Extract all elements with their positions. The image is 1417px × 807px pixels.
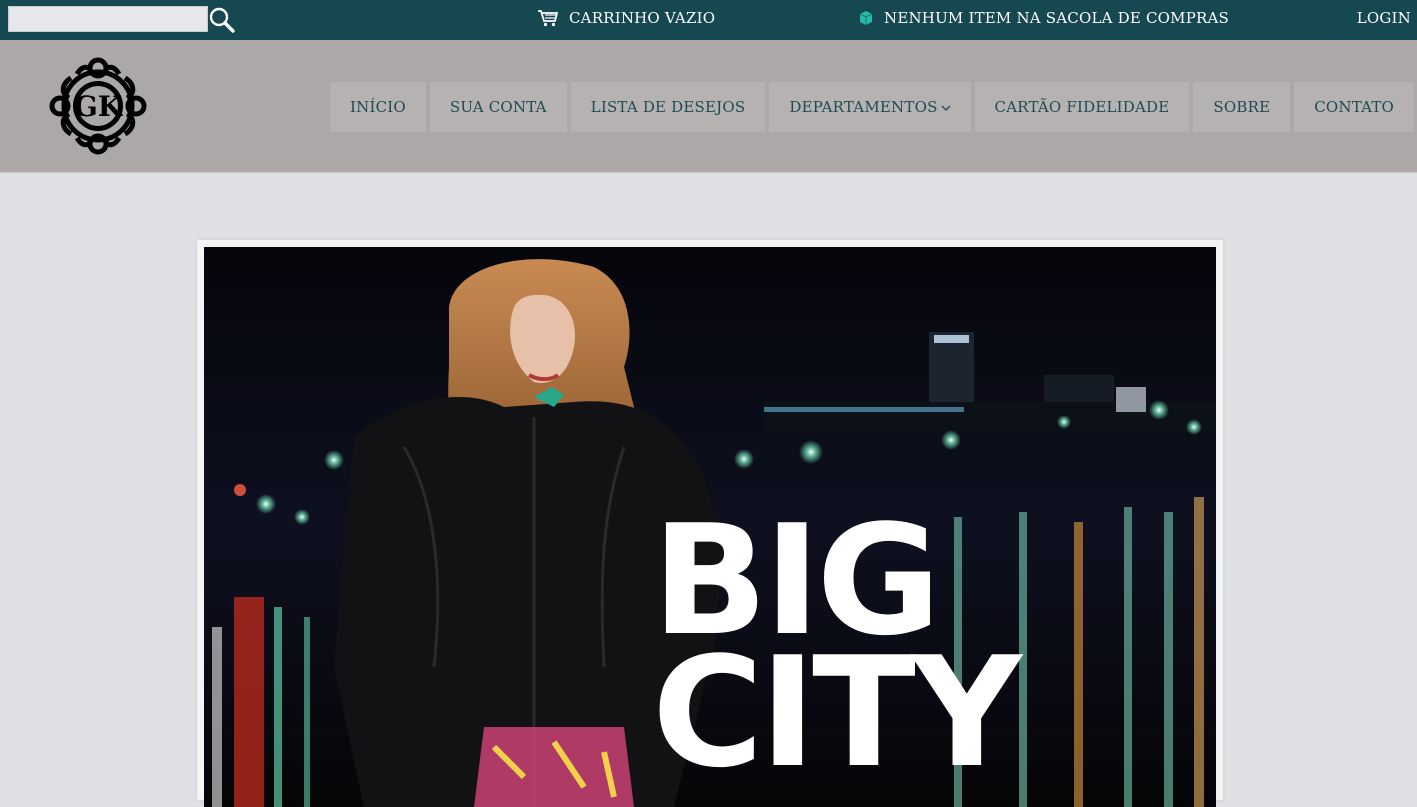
cart-link[interactable]: CARRINHO VAZIO [537,9,715,27]
hero-banner-frame: BIG CITY [197,240,1223,807]
search-button[interactable] [208,6,236,34]
nav-item-label: CONTATO [1314,98,1395,116]
nav-item-cartao-fidelidade[interactable]: CARTÃO FIDELIDADE [974,82,1190,132]
magnifier-icon [209,7,235,33]
top-bar: CARRINHO VAZIO NENHUM ITEM NA SACOLA DE … [0,0,1417,40]
nav-item-label: LISTA DE DESEJOS [590,98,746,116]
login-link[interactable]: LOGIN [1357,9,1411,27]
search-box [8,6,236,34]
site-header: GK INÍCIO SUA CONTA LISTA DE DESEJOS DEP… [0,40,1417,173]
gk-monogram-logo: GK [49,57,147,155]
hero-headline: BIG CITY [652,505,1022,801]
nav-item-label: CARTÃO FIDELIDADE [994,98,1170,116]
nav-item-inicio[interactable]: INÍCIO [330,82,426,132]
nav-item-label: SOBRE [1213,98,1271,116]
chevron-down-icon [941,98,951,116]
search-input[interactable] [8,6,208,32]
nav-item-sobre[interactable]: SOBRE [1193,82,1291,132]
hero-banner[interactable]: BIG CITY [204,247,1216,807]
login-label: LOGIN [1356,9,1411,27]
shopping-cart-icon [538,10,559,27]
nav-item-lista-de-desejos[interactable]: LISTA DE DESEJOS [570,82,766,132]
nav-item-label: SUA CONTA [449,98,547,116]
shopping-bag-icon [859,11,873,25]
logo-text: GK [74,90,124,123]
nav-item-label: INÍCIO [350,98,406,116]
nav-item-label: DEPARTAMENTOS [789,98,938,116]
bag-status-label: NENHUM ITEM NA SACOLA DE COMPRAS [884,9,1229,27]
nav-item-departamentos[interactable]: DEPARTAMENTOS [769,82,971,132]
main-navigation: INÍCIO SUA CONTA LISTA DE DESEJOS DEPART… [330,82,1415,132]
cart-status-label: CARRINHO VAZIO [569,9,716,27]
nav-item-contato[interactable]: CONTATO [1294,82,1415,132]
hero-headline-line-2: CITY [652,624,1022,801]
shopping-bag-link[interactable]: NENHUM ITEM NA SACOLA DE COMPRAS [858,9,1229,27]
store-logo[interactable]: GK [47,54,149,158]
nav-item-sua-conta[interactable]: SUA CONTA [429,82,567,132]
